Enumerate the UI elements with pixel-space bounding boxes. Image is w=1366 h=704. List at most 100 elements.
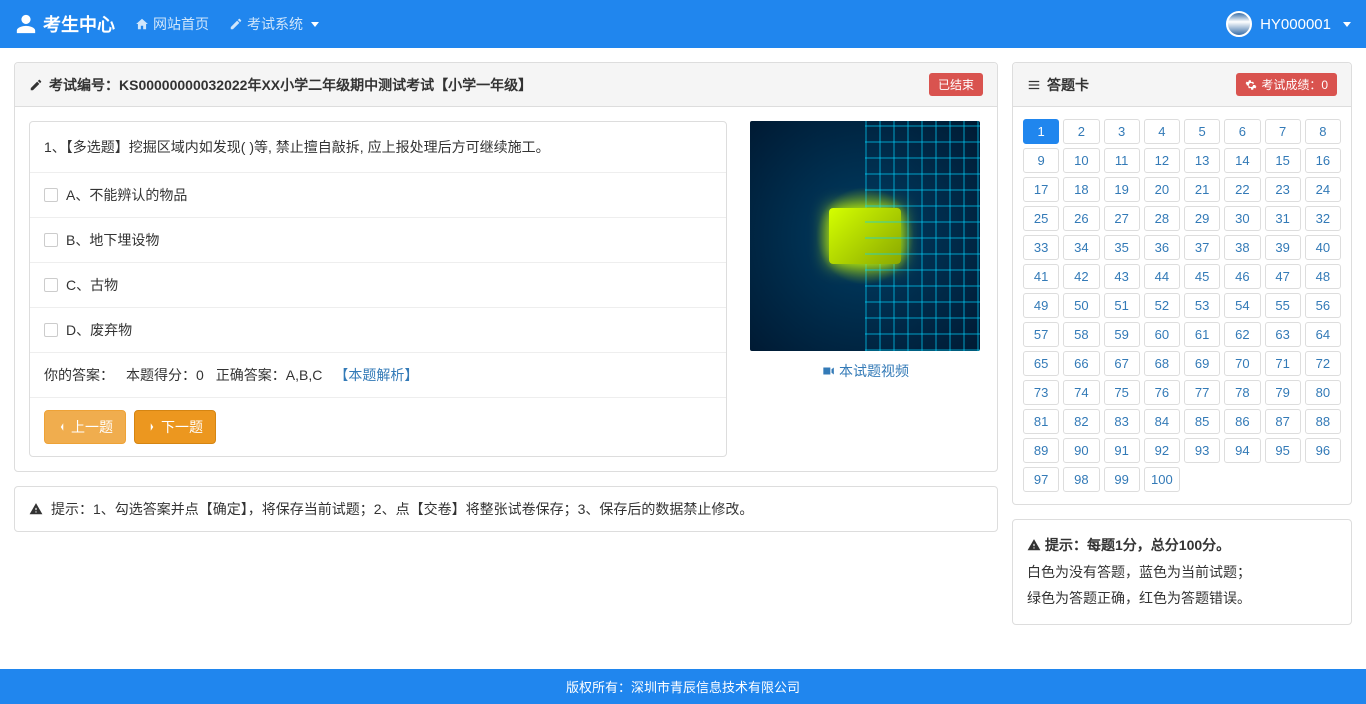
answer-cell-16[interactable]: 16 <box>1305 148 1341 173</box>
answer-cell-63[interactable]: 63 <box>1265 322 1301 347</box>
answer-cell-14[interactable]: 14 <box>1224 148 1260 173</box>
answer-cell-13[interactable]: 13 <box>1184 148 1220 173</box>
answer-cell-31[interactable]: 31 <box>1265 206 1301 231</box>
answer-cell-65[interactable]: 65 <box>1023 351 1059 376</box>
answer-cell-74[interactable]: 74 <box>1063 380 1099 405</box>
answer-cell-47[interactable]: 47 <box>1265 264 1301 289</box>
answer-cell-61[interactable]: 61 <box>1184 322 1220 347</box>
answer-cell-66[interactable]: 66 <box>1063 351 1099 376</box>
option-c[interactable]: C、古物 <box>30 263 726 308</box>
nav-home[interactable]: 网站首页 <box>135 14 209 34</box>
answer-cell-79[interactable]: 79 <box>1265 380 1301 405</box>
answer-cell-99[interactable]: 99 <box>1104 467 1140 492</box>
nav-exam-system[interactable]: 考试系统 <box>229 14 319 34</box>
answer-cell-96[interactable]: 96 <box>1305 438 1341 463</box>
answer-cell-72[interactable]: 72 <box>1305 351 1341 376</box>
answer-cell-4[interactable]: 4 <box>1144 119 1180 144</box>
answer-cell-36[interactable]: 36 <box>1144 235 1180 260</box>
answer-cell-81[interactable]: 81 <box>1023 409 1059 434</box>
answer-cell-3[interactable]: 3 <box>1104 119 1140 144</box>
answer-cell-77[interactable]: 77 <box>1184 380 1220 405</box>
answer-cell-70[interactable]: 70 <box>1224 351 1260 376</box>
answer-cell-21[interactable]: 21 <box>1184 177 1220 202</box>
answer-cell-42[interactable]: 42 <box>1063 264 1099 289</box>
video-link[interactable]: 本试题视频 <box>821 361 909 381</box>
answer-cell-8[interactable]: 8 <box>1305 119 1341 144</box>
answer-cell-9[interactable]: 9 <box>1023 148 1059 173</box>
answer-cell-32[interactable]: 32 <box>1305 206 1341 231</box>
answer-cell-2[interactable]: 2 <box>1063 119 1099 144</box>
answer-cell-15[interactable]: 15 <box>1265 148 1301 173</box>
answer-cell-73[interactable]: 73 <box>1023 380 1059 405</box>
answer-cell-54[interactable]: 54 <box>1224 293 1260 318</box>
option-d[interactable]: D、废弃物 <box>30 308 726 353</box>
answer-cell-27[interactable]: 27 <box>1104 206 1140 231</box>
answer-cell-76[interactable]: 76 <box>1144 380 1180 405</box>
answer-cell-39[interactable]: 39 <box>1265 235 1301 260</box>
answer-cell-69[interactable]: 69 <box>1184 351 1220 376</box>
answer-cell-80[interactable]: 80 <box>1305 380 1341 405</box>
analysis-link[interactable]: 【本题解析】 <box>334 365 418 385</box>
answer-cell-10[interactable]: 10 <box>1063 148 1099 173</box>
answer-cell-60[interactable]: 60 <box>1144 322 1180 347</box>
answer-cell-68[interactable]: 68 <box>1144 351 1180 376</box>
answer-cell-35[interactable]: 35 <box>1104 235 1140 260</box>
answer-cell-78[interactable]: 78 <box>1224 380 1260 405</box>
answer-cell-86[interactable]: 86 <box>1224 409 1260 434</box>
answer-cell-19[interactable]: 19 <box>1104 177 1140 202</box>
answer-cell-44[interactable]: 44 <box>1144 264 1180 289</box>
answer-cell-7[interactable]: 7 <box>1265 119 1301 144</box>
answer-cell-100[interactable]: 100 <box>1144 467 1180 492</box>
answer-cell-94[interactable]: 94 <box>1224 438 1260 463</box>
answer-cell-56[interactable]: 56 <box>1305 293 1341 318</box>
answer-cell-90[interactable]: 90 <box>1063 438 1099 463</box>
answer-cell-23[interactable]: 23 <box>1265 177 1301 202</box>
answer-cell-17[interactable]: 17 <box>1023 177 1059 202</box>
answer-cell-26[interactable]: 26 <box>1063 206 1099 231</box>
answer-cell-85[interactable]: 85 <box>1184 409 1220 434</box>
answer-cell-58[interactable]: 58 <box>1063 322 1099 347</box>
answer-cell-46[interactable]: 46 <box>1224 264 1260 289</box>
answer-cell-55[interactable]: 55 <box>1265 293 1301 318</box>
answer-cell-98[interactable]: 98 <box>1063 467 1099 492</box>
answer-cell-50[interactable]: 50 <box>1063 293 1099 318</box>
answer-cell-24[interactable]: 24 <box>1305 177 1341 202</box>
answer-cell-29[interactable]: 29 <box>1184 206 1220 231</box>
answer-cell-37[interactable]: 37 <box>1184 235 1220 260</box>
answer-cell-87[interactable]: 87 <box>1265 409 1301 434</box>
next-button[interactable]: 下一题 <box>134 410 216 444</box>
answer-cell-82[interactable]: 82 <box>1063 409 1099 434</box>
user-menu[interactable]: HY000001 <box>1226 11 1351 37</box>
answer-cell-12[interactable]: 12 <box>1144 148 1180 173</box>
answer-cell-97[interactable]: 97 <box>1023 467 1059 492</box>
answer-cell-92[interactable]: 92 <box>1144 438 1180 463</box>
answer-cell-84[interactable]: 84 <box>1144 409 1180 434</box>
answer-cell-75[interactable]: 75 <box>1104 380 1140 405</box>
answer-cell-64[interactable]: 64 <box>1305 322 1341 347</box>
answer-cell-59[interactable]: 59 <box>1104 322 1140 347</box>
option-a[interactable]: A、不能辨认的物品 <box>30 173 726 218</box>
answer-cell-22[interactable]: 22 <box>1224 177 1260 202</box>
answer-cell-51[interactable]: 51 <box>1104 293 1140 318</box>
answer-cell-11[interactable]: 11 <box>1104 148 1140 173</box>
answer-cell-43[interactable]: 43 <box>1104 264 1140 289</box>
answer-cell-71[interactable]: 71 <box>1265 351 1301 376</box>
answer-cell-41[interactable]: 41 <box>1023 264 1059 289</box>
answer-cell-91[interactable]: 91 <box>1104 438 1140 463</box>
answer-cell-88[interactable]: 88 <box>1305 409 1341 434</box>
option-b[interactable]: B、地下埋设物 <box>30 218 726 263</box>
answer-cell-57[interactable]: 57 <box>1023 322 1059 347</box>
answer-cell-28[interactable]: 28 <box>1144 206 1180 231</box>
answer-cell-45[interactable]: 45 <box>1184 264 1220 289</box>
answer-cell-93[interactable]: 93 <box>1184 438 1220 463</box>
answer-cell-49[interactable]: 49 <box>1023 293 1059 318</box>
answer-cell-33[interactable]: 33 <box>1023 235 1059 260</box>
answer-cell-30[interactable]: 30 <box>1224 206 1260 231</box>
answer-cell-53[interactable]: 53 <box>1184 293 1220 318</box>
answer-cell-52[interactable]: 52 <box>1144 293 1180 318</box>
answer-cell-34[interactable]: 34 <box>1063 235 1099 260</box>
answer-cell-62[interactable]: 62 <box>1224 322 1260 347</box>
answer-cell-89[interactable]: 89 <box>1023 438 1059 463</box>
prev-button[interactable]: 上一题 <box>44 410 126 444</box>
answer-cell-40[interactable]: 40 <box>1305 235 1341 260</box>
